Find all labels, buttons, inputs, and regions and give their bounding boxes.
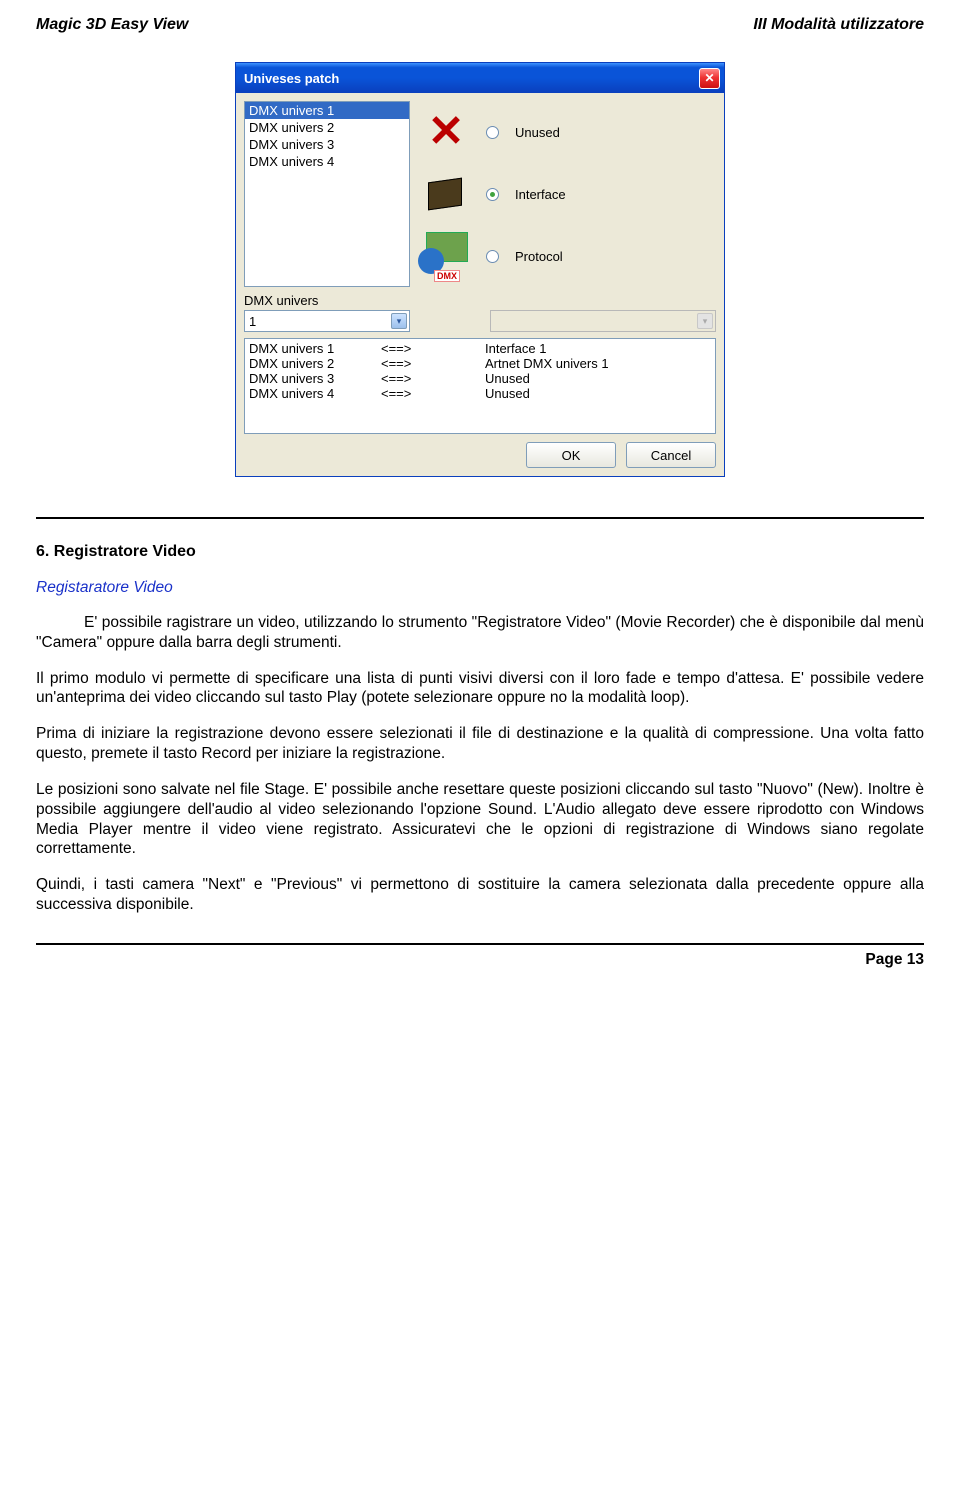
close-icon[interactable]: ✕: [699, 68, 720, 89]
unused-icon: ✕: [428, 110, 465, 154]
titlebar[interactable]: Univeses patch ✕: [236, 63, 724, 93]
num-input-label: DMX univers: [244, 293, 410, 308]
protocol-icon: DMX: [420, 230, 472, 282]
page-number: Page 13: [36, 951, 924, 969]
header-right: III Modalità utilizzatore: [753, 16, 924, 34]
radio-unused[interactable]: [486, 126, 499, 139]
radio-protocol[interactable]: [486, 250, 499, 263]
divider: [36, 943, 924, 945]
num-input-value: 1: [249, 314, 256, 329]
universe-number-input[interactable]: 1 ▾: [244, 310, 410, 332]
cancel-button[interactable]: Cancel: [626, 442, 716, 468]
chevron-down-icon: ▾: [697, 313, 713, 329]
divider: [36, 517, 924, 519]
table-row: DMX univers 3 <==> Unused: [249, 371, 711, 386]
list-item[interactable]: DMX univers 3: [245, 136, 409, 153]
radio-interface[interactable]: [486, 188, 499, 201]
chevron-down-icon[interactable]: ▾: [391, 313, 407, 329]
table-row: DMX univers 2 <==> Artnet DMX univers 1: [249, 356, 711, 371]
paragraph: Il primo modulo vi permette di specifica…: [36, 669, 924, 709]
radio-label: Unused: [515, 125, 560, 140]
ok-button[interactable]: OK: [526, 442, 616, 468]
universe-listbox[interactable]: DMX univers 1 DMX univers 2 DMX univers …: [244, 101, 410, 287]
paragraph: E' possibile ragistrare un video, utiliz…: [36, 613, 924, 653]
radio-label: Interface: [515, 187, 566, 202]
list-item[interactable]: DMX univers 2: [245, 119, 409, 136]
section-heading: 6. Registratore Video: [36, 543, 924, 561]
dialog-title: Univeses patch: [244, 71, 699, 86]
table-row: DMX univers 4 <==> Unused: [249, 386, 711, 401]
radio-label: Protocol: [515, 249, 563, 264]
header-left: Magic 3D Easy View: [36, 16, 188, 34]
paragraph: Prima di iniziare la registrazione devon…: [36, 724, 924, 764]
section-subhead: Registaratore Video: [36, 579, 924, 597]
interface-icon: [422, 170, 470, 218]
protocol-select-disabled: ▾: [490, 310, 716, 332]
mapping-list[interactable]: DMX univers 1 <==> Interface 1 DMX unive…: [244, 338, 716, 434]
list-item[interactable]: DMX univers 1: [245, 102, 409, 119]
table-row: DMX univers 1 <==> Interface 1: [249, 341, 711, 356]
paragraph: Quindi, i tasti camera "Next" e "Previou…: [36, 875, 924, 915]
paragraph: Le posizioni sono salvate nel file Stage…: [36, 780, 924, 859]
dialog-window: Univeses patch ✕ DMX univers 1 DMX unive…: [235, 62, 725, 477]
list-item[interactable]: DMX univers 4: [245, 153, 409, 170]
